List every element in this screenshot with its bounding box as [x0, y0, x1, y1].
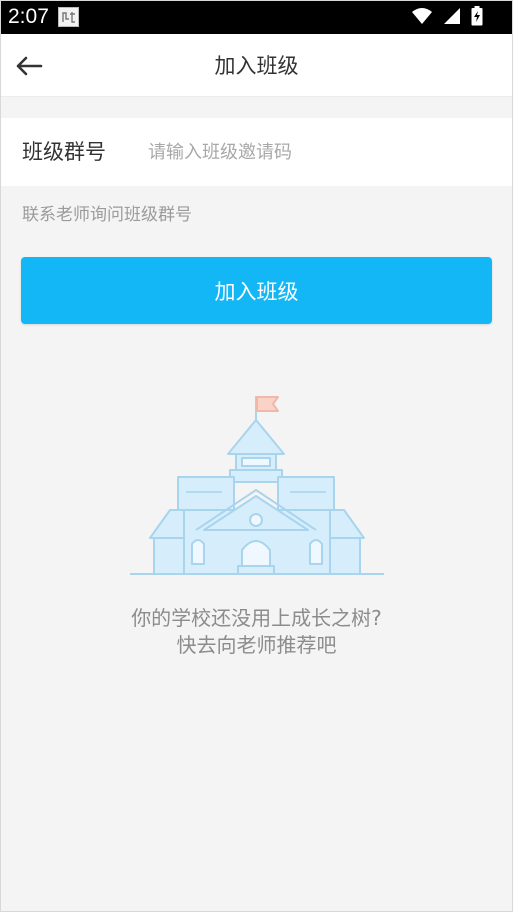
status-bar: 2:07	[0, 0, 513, 34]
signal-icon	[443, 7, 461, 29]
hint-text: 联系老师询问班级群号	[22, 205, 192, 225]
join-class-button[interactable]: 加入班级	[21, 257, 492, 324]
app-header: 加入班级	[0, 34, 513, 97]
class-code-row: 班级群号	[0, 118, 513, 186]
class-code-label: 班级群号	[22, 140, 106, 164]
school-building-icon	[130, 396, 384, 575]
battery-charging-icon	[471, 6, 483, 30]
empty-state-message: 你的学校还没用上成长之树?	[131, 606, 382, 630]
page-title: 加入班级	[214, 54, 299, 78]
empty-state-subtitle: 快去向老师推荐吧	[176, 633, 337, 657]
class-code-input[interactable]	[148, 132, 488, 172]
wifi-icon	[411, 7, 433, 29]
notification-icon	[58, 7, 79, 27]
status-time: 2:07	[8, 5, 49, 28]
